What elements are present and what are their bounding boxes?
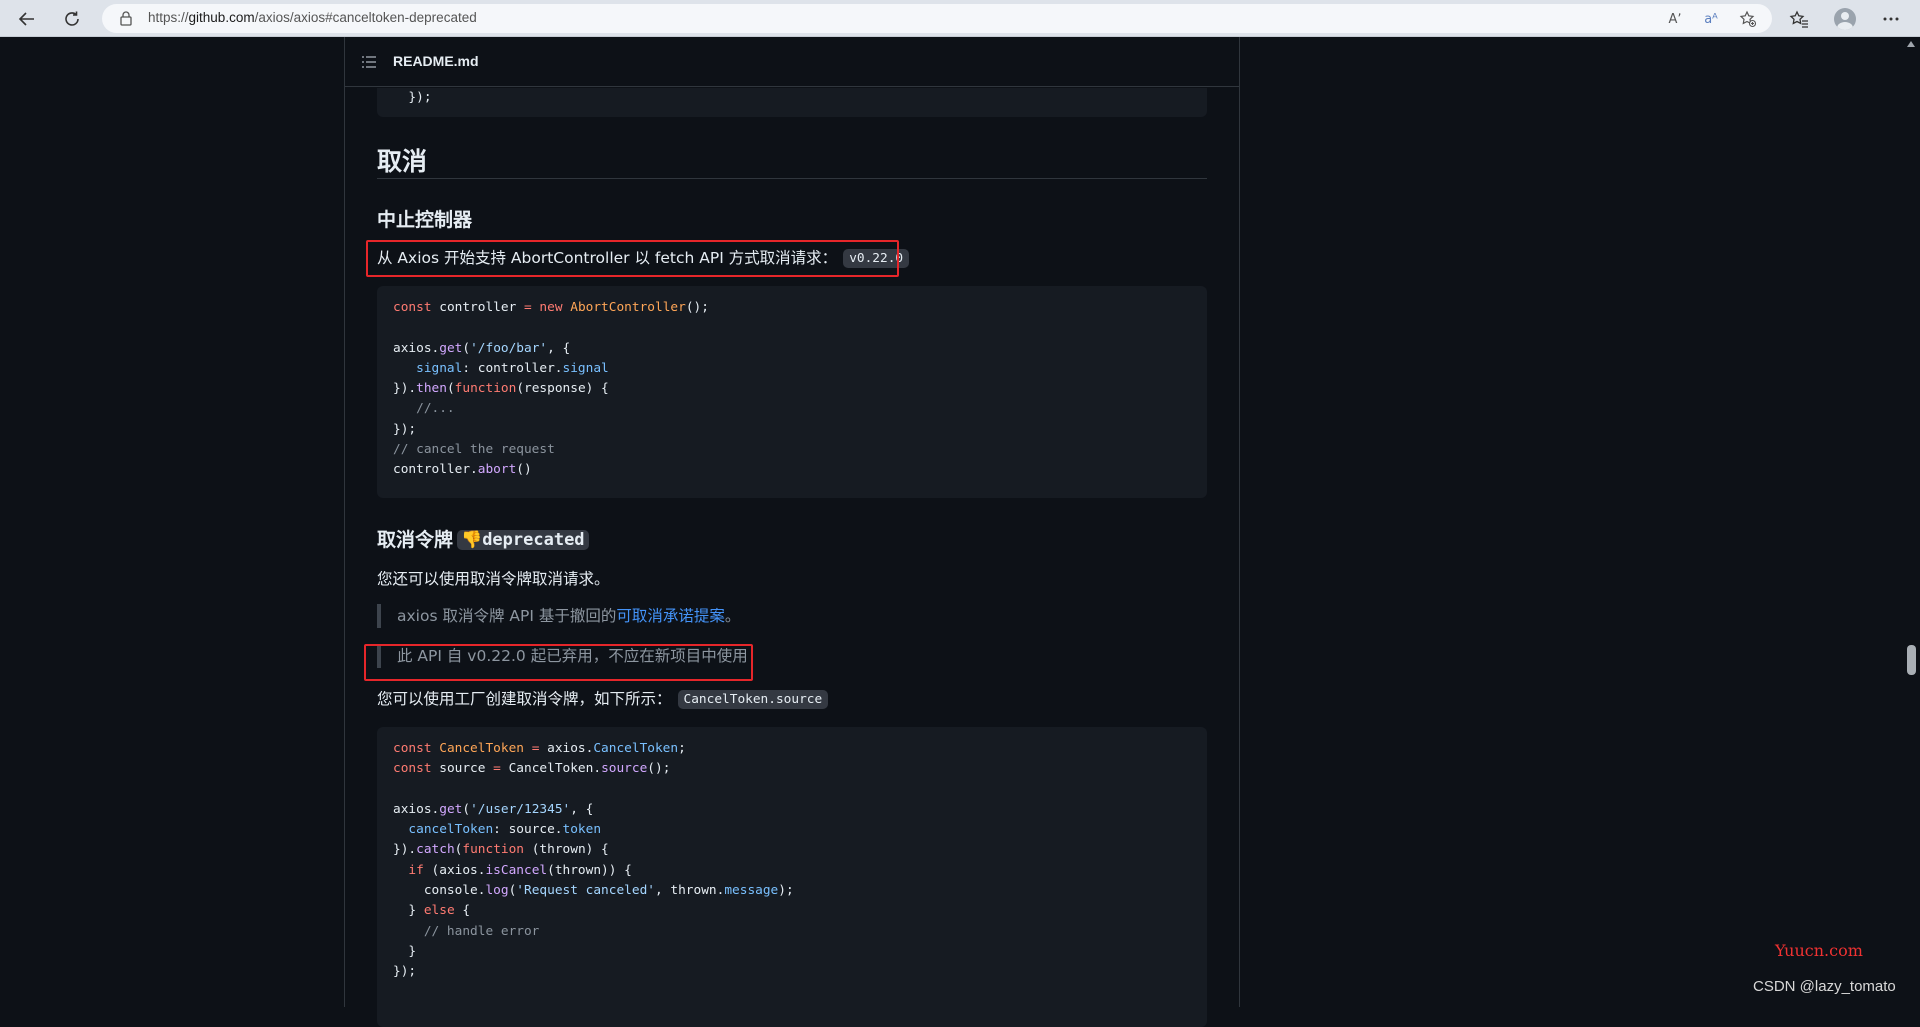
- readme-file-name[interactable]: README.md: [393, 53, 479, 69]
- blockquote-proposal: axios 取消令牌 API 基于撤回的可取消承诺提案。: [377, 604, 740, 628]
- section-title-cancel: 取消: [377, 147, 428, 176]
- cancel-token-source-chip: CancelToken.source: [677, 690, 829, 709]
- profile-avatar[interactable]: [1830, 4, 1860, 34]
- author-watermark: CSDN @lazy_tomato: [1753, 978, 1896, 995]
- scroll-up-arrow-icon[interactable]: [1907, 41, 1915, 47]
- deprecated-chip: 👎deprecated: [457, 530, 589, 550]
- thumbs-down-icon: 👎: [461, 530, 483, 550]
- code-line: });: [393, 90, 432, 105]
- page-scrollbar[interactable]: [1903, 37, 1920, 1007]
- add-favorite-icon[interactable]: [1737, 8, 1759, 30]
- factory-text: 您可以使用工厂创建取消令牌，如下所示：: [377, 690, 672, 708]
- divider: [377, 178, 1207, 179]
- deprecated-label: deprecated: [482, 530, 585, 550]
- outline-list-icon[interactable]: [361, 54, 377, 70]
- code-block-top: });: [377, 88, 1207, 117]
- site-watermark: Yuucn.com: [1775, 941, 1863, 960]
- heading-abort-controller: 中止控制器: [377, 209, 473, 231]
- highlight-box-abort-intro: [366, 240, 899, 277]
- back-arrow-icon[interactable]: [12, 4, 42, 34]
- factory-intro: 您可以使用工厂创建取消令牌，如下所示： CancelToken.source: [377, 687, 829, 709]
- favorites-icon[interactable]: [1784, 4, 1814, 34]
- code-content: const CancelToken = axios.CancelToken; c…: [393, 741, 794, 980]
- cancel-token-title: 取消令牌: [377, 529, 454, 551]
- code-content: const controller = new AbortController()…: [393, 300, 709, 478]
- quote-text: axios 取消令牌 API 基于撤回的: [397, 607, 617, 625]
- code-block-abort-controller: const controller = new AbortController()…: [377, 286, 1207, 498]
- address-bar[interactable]: https://github.com/axios/axios#canceltok…: [102, 4, 1772, 33]
- url-text: https://github.com/axios/axios#canceltok…: [148, 10, 477, 25]
- heading-cancel-token: 取消令牌 👎deprecated: [377, 525, 589, 552]
- scroll-thumb[interactable]: [1907, 645, 1916, 675]
- code-block-cancel-token: const CancelToken = axios.CancelToken; c…: [377, 727, 1207, 1027]
- highlight-box-deprecation: [364, 644, 753, 681]
- refresh-icon[interactable]: [57, 4, 87, 34]
- avatar: [1834, 8, 1856, 30]
- read-aloud-icon[interactable]: Aʼ: [1664, 8, 1686, 30]
- lock-icon: [120, 11, 132, 26]
- browser-toolbar: https://github.com/axios/axios#canceltok…: [0, 0, 1920, 37]
- proposal-link[interactable]: 可取消承诺提案: [616, 607, 725, 625]
- readme-panel: README.md }); 取消 中止控制器 从 Axios 开始支持 Abor…: [344, 37, 1240, 1027]
- cancel-token-intro: 您还可以使用取消令牌取消请求。: [377, 570, 610, 588]
- translate-icon[interactable]: aᴬ: [1700, 8, 1722, 30]
- more-options-icon[interactable]: [1876, 4, 1906, 34]
- readme-header: README.md: [345, 37, 1239, 87]
